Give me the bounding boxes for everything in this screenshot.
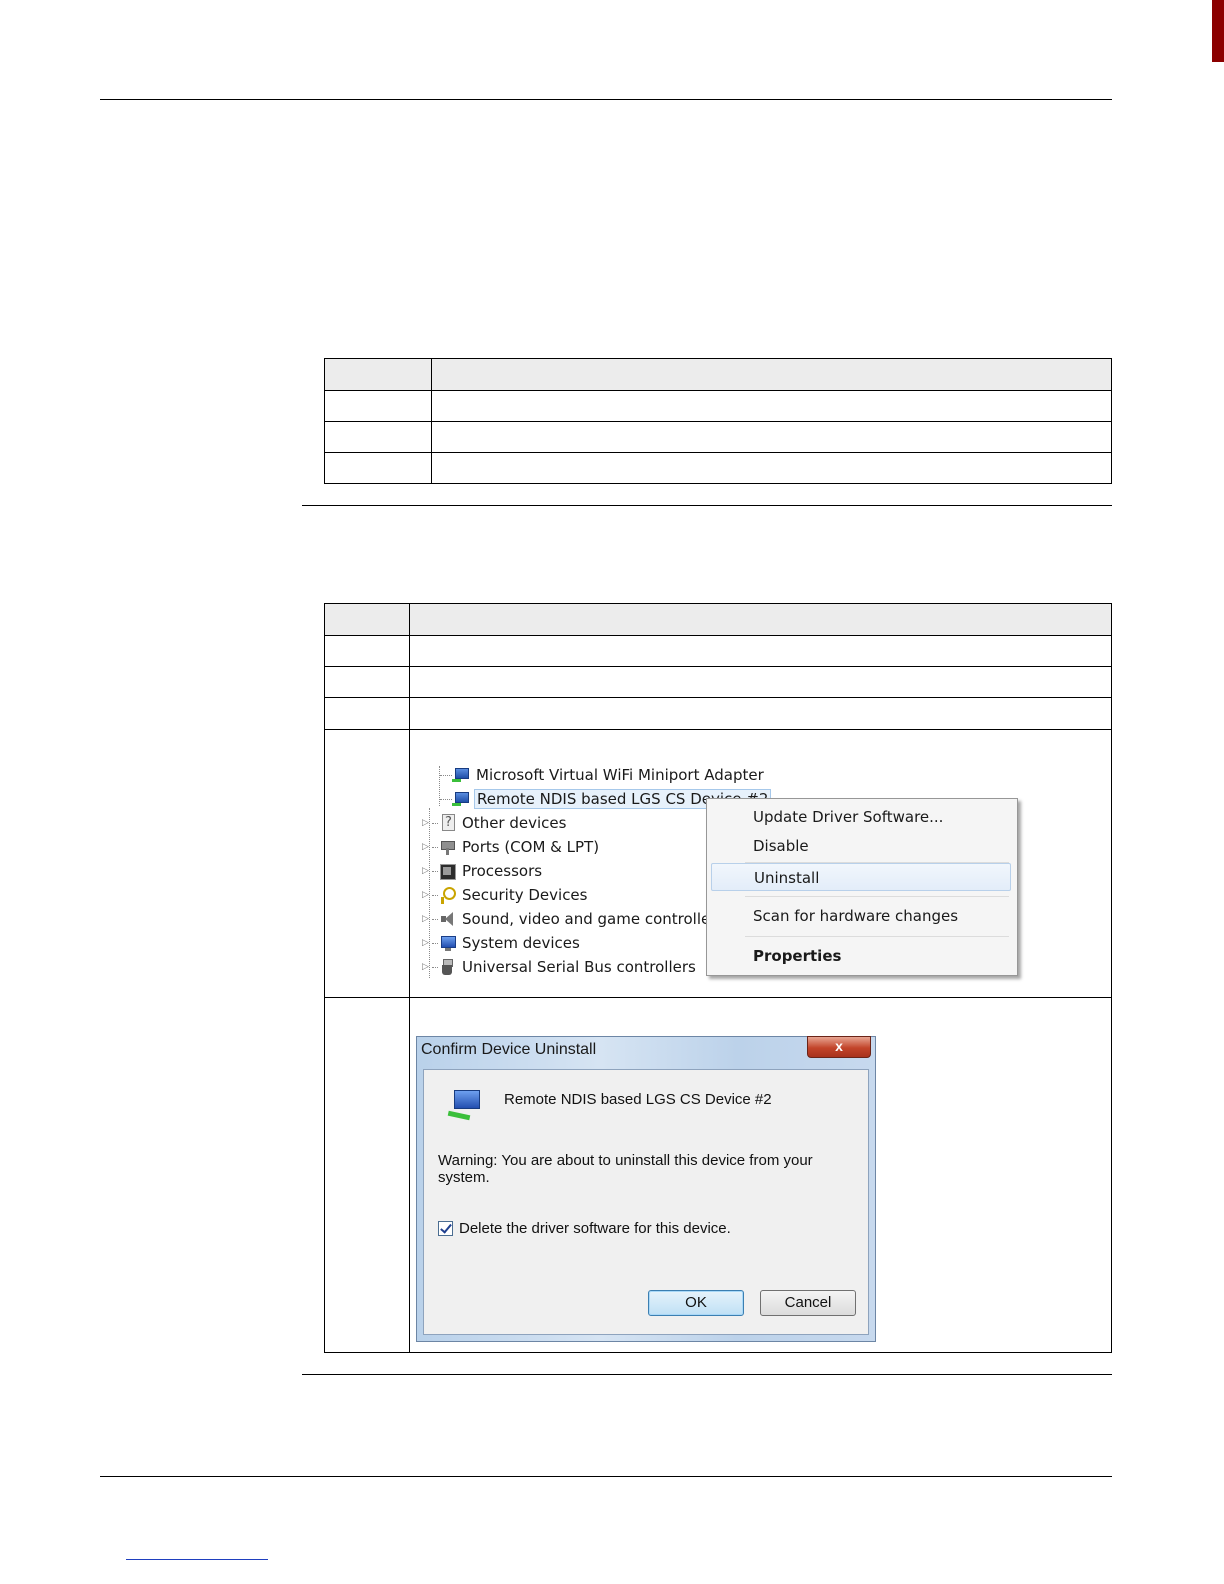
tree-connector [440, 774, 452, 776]
menu-item-properties[interactable]: Properties [711, 942, 1011, 970]
context-menu: Update Driver Software... Disable Uninst… [706, 798, 1018, 976]
page-tab-marker [1212, 0, 1224, 62]
processor-icon [438, 862, 456, 880]
table-row [324, 390, 432, 422]
menu-item-update-driver[interactable]: Update Driver Software... [711, 803, 1011, 831]
ok-button[interactable]: OK [648, 1290, 744, 1316]
table-2-header-cell-2 [409, 603, 1112, 636]
menu-item-uninstall[interactable]: Uninstall [711, 863, 1011, 891]
delete-driver-checkbox[interactable] [438, 1221, 453, 1236]
close-button[interactable]: x [807, 1036, 871, 1058]
table-row [324, 421, 432, 453]
dialog-title: Confirm Device Uninstall [421, 1041, 597, 1058]
unknown-device-icon [438, 814, 456, 832]
tree-item-label: Universal Serial Bus controllers [462, 958, 696, 976]
menu-item-disable[interactable]: Disable [711, 832, 1011, 860]
table-2-header-cell-1 [324, 603, 410, 636]
tree-item-label: Other devices [462, 814, 567, 832]
expand-arrow-icon[interactable]: ▷ [422, 890, 432, 900]
key-icon [438, 886, 456, 904]
usb-icon [438, 958, 456, 976]
tree-item-ports[interactable]: ▷ Ports (COM & LPT) [422, 836, 599, 858]
tree-connector [440, 798, 452, 800]
expand-arrow-icon[interactable]: ▷ [422, 842, 432, 852]
table-row [324, 729, 410, 998]
computer-icon [438, 934, 456, 952]
network-adapter-icon [452, 790, 470, 808]
table-1 [324, 358, 1112, 484]
footer-rule [100, 1476, 1112, 1477]
cancel-button[interactable]: Cancel [760, 1290, 856, 1316]
confirm-dialog-cell: Confirm Device Uninstall x Remote NDIS b… [409, 997, 1112, 1353]
table-row [324, 697, 410, 730]
table-1-header-cell-1 [324, 358, 432, 391]
table-2: Microsoft Virtual WiFi Miniport Adapter … [324, 603, 1112, 1353]
warning-text: Warning: You are about to uninstall this… [438, 1152, 813, 1186]
tree-item-label: Security Devices [462, 886, 588, 904]
table-cell [431, 390, 1112, 422]
device-manager-screenshot: Microsoft Virtual WiFi Miniport Adapter … [420, 748, 1020, 988]
table-cell [409, 697, 1112, 730]
checkbox-label: Delete the driver software for this devi… [459, 1220, 731, 1237]
footer-link-underline[interactable] [126, 1559, 268, 1560]
tree-item-system-devices[interactable]: ▷ System devices [422, 932, 580, 954]
table-cell [409, 666, 1112, 698]
network-adapter-icon [452, 766, 470, 784]
delete-driver-checkbox-row[interactable]: Delete the driver software for this devi… [438, 1220, 731, 1237]
tree-item-other-devices[interactable]: ▷ Other devices [422, 812, 566, 834]
tree-item-processors[interactable]: ▷ Processors [422, 860, 542, 882]
dialog-body: Remote NDIS based LGS CS Device #2 Warni… [423, 1069, 869, 1335]
table-cell [431, 421, 1112, 453]
confirm-uninstall-dialog: Confirm Device Uninstall x Remote NDIS b… [416, 1036, 876, 1342]
tree-item-usb-controllers[interactable]: ▷ Universal Serial Bus controllers [422, 956, 696, 978]
expand-arrow-icon[interactable]: ▷ [422, 962, 432, 972]
tree-item-label: Processors [462, 862, 543, 880]
table-row [324, 666, 410, 698]
table-cell [431, 452, 1112, 484]
speaker-icon [438, 910, 456, 928]
expand-arrow-icon[interactable]: ▷ [422, 938, 432, 948]
device-name: Remote NDIS based LGS CS Device #2 [504, 1091, 772, 1108]
header-rule [100, 99, 1112, 100]
tree-item-label: Microsoft Virtual WiFi Miniport Adapter [476, 766, 764, 784]
tree-item-security-devices[interactable]: ▷ Security Devices [422, 884, 587, 906]
tree-item-label: Sound, video and game controllers [462, 910, 725, 928]
table-1-header-cell-2 [431, 358, 1112, 391]
table-cell [409, 635, 1112, 667]
table-row [324, 452, 432, 484]
expand-arrow-icon[interactable]: ▷ [422, 914, 432, 924]
tree-item-label: System devices [462, 934, 580, 952]
section-divider [302, 505, 1112, 506]
section-divider [302, 1374, 1112, 1375]
expand-arrow-icon[interactable]: ▷ [422, 866, 432, 876]
menu-separator [745, 936, 1009, 937]
menu-separator [745, 896, 1009, 897]
port-icon [438, 838, 456, 856]
tree-item-wifi-adapter[interactable]: Microsoft Virtual WiFi Miniport Adapter [440, 764, 764, 786]
expand-arrow-icon[interactable]: ▷ [422, 818, 432, 828]
table-row [324, 997, 410, 1353]
tree-item-sound[interactable]: ▷ Sound, video and game controllers [422, 908, 724, 930]
network-device-icon [446, 1086, 484, 1124]
tree-item-label: Ports (COM & LPT) [462, 838, 600, 856]
device-manager-cell: Microsoft Virtual WiFi Miniport Adapter … [409, 729, 1112, 998]
table-row [324, 635, 410, 667]
menu-item-scan-hardware[interactable]: Scan for hardware changes [711, 902, 1011, 930]
